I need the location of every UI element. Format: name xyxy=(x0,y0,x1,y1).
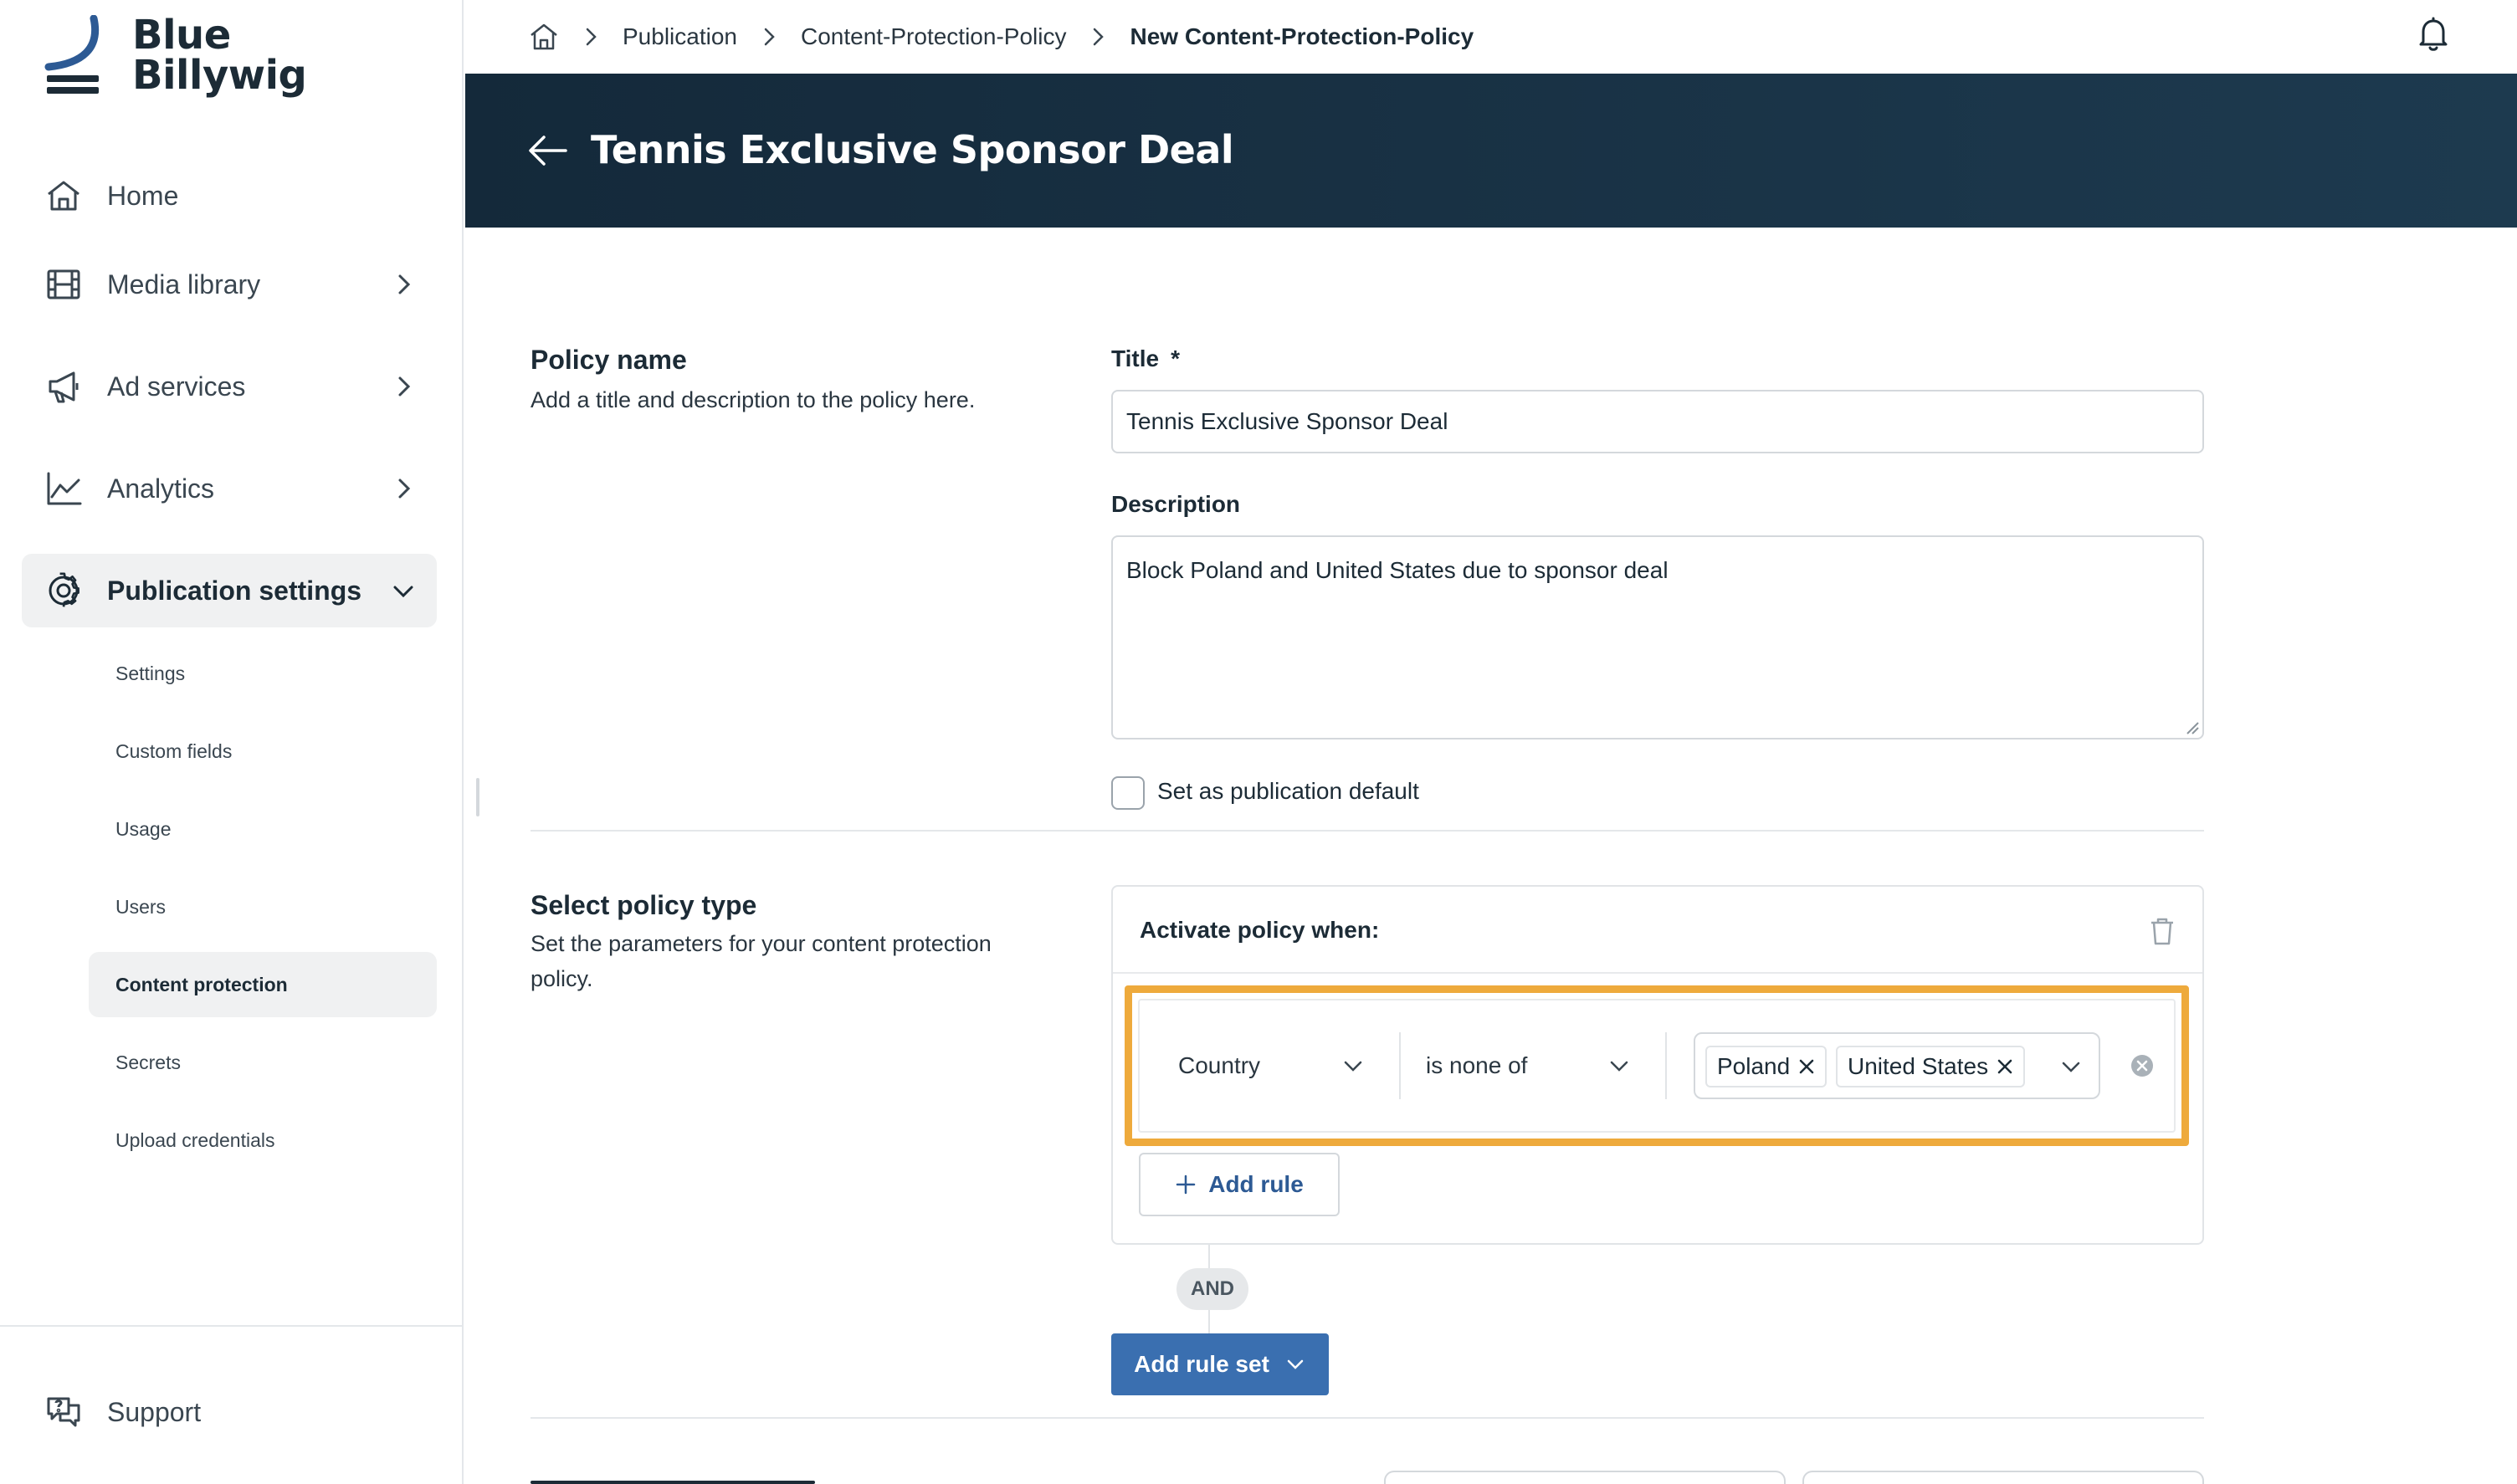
sidebar-subitem-custom-fields[interactable]: Custom fields xyxy=(89,719,437,784)
sidebar-subitem-settings[interactable]: Settings xyxy=(89,641,437,706)
support-chat-icon xyxy=(47,1397,80,1427)
highlight-box xyxy=(1125,985,2189,1146)
sidebar-item-media-library[interactable]: Media library xyxy=(22,248,437,321)
plus-icon xyxy=(1176,1174,1196,1195)
sidebar-item-label: Media library xyxy=(107,269,261,299)
policy-name-heading: Policy name xyxy=(531,345,687,375)
sidebar-item-ad-services[interactable]: Ad services xyxy=(22,350,437,423)
sidebar-subitem-users[interactable]: Users xyxy=(89,874,437,939)
sidebar-resize-handle[interactable] xyxy=(476,778,479,816)
arrow-left-icon[interactable] xyxy=(527,132,569,169)
add-rule-label: Add rule xyxy=(1208,1171,1304,1197)
bell-icon[interactable] xyxy=(2415,15,2452,52)
sidebar-item-label: Home xyxy=(107,180,179,211)
logo-line-2: Billywig xyxy=(132,52,307,99)
connector-line xyxy=(1208,1310,1210,1333)
next-section-input-partial[interactable] xyxy=(1802,1471,2204,1484)
sidebar-subitem-content-protection[interactable]: Content protection xyxy=(89,952,437,1017)
publication-default-label[interactable]: Set as publication default xyxy=(1157,778,1419,805)
chevron-right-icon xyxy=(398,274,411,294)
chevron-right-icon xyxy=(764,28,775,46)
sidebar-divider xyxy=(0,1325,464,1327)
sidebar-item-label: Analytics xyxy=(107,473,215,504)
chevron-right-icon xyxy=(1094,28,1105,46)
policy-name-description: Add a title and description to the polic… xyxy=(531,387,976,412)
chevron-right-icon xyxy=(398,376,411,397)
sidebar: Blue Billywig Home Media library Ad serv… xyxy=(0,0,464,1484)
sidebar-item-publication-settings[interactable]: Publication settings xyxy=(22,554,437,627)
sidebar-item-label: Support xyxy=(107,1396,202,1427)
logo-line-1: Blue xyxy=(132,12,231,59)
policy-type-heading: Select policy type xyxy=(531,890,757,920)
description-textarea[interactable]: Block Poland and United States due to sp… xyxy=(1111,535,2204,739)
add-rule-button[interactable]: Add rule xyxy=(1139,1153,1340,1216)
home-icon[interactable] xyxy=(529,22,559,52)
next-section-heading-partial xyxy=(531,1474,832,1484)
sidebar-subitem-usage[interactable]: Usage xyxy=(89,796,437,862)
film-icon xyxy=(47,269,80,299)
chevron-down-icon xyxy=(1287,1359,1304,1369)
rule-set-header: Activate policy when: xyxy=(1113,887,2202,974)
page-header: Tennis Exclusive Sponsor Deal xyxy=(465,74,2517,228)
partial-text-stub xyxy=(531,1481,815,1484)
breadcrumb-current: New Content-Protection-Policy xyxy=(1130,23,1474,49)
section-divider xyxy=(531,1417,2204,1419)
breadcrumb-content-protection-policy[interactable]: Content-Protection-Policy xyxy=(801,23,1066,50)
home-icon xyxy=(48,181,79,211)
page-title: Tennis Exclusive Sponsor Deal xyxy=(591,127,1234,172)
sidebar-subitem-secrets[interactable]: Secrets xyxy=(89,1030,437,1095)
required-marker: * xyxy=(1171,345,1180,371)
title-label: Title * xyxy=(1111,345,1180,372)
description-text: Block Poland and United States due to sp… xyxy=(1126,557,1669,583)
publication-default-checkbox[interactable] xyxy=(1111,776,1145,810)
chevron-right-icon xyxy=(586,28,597,46)
add-rule-set-label: Add rule set xyxy=(1134,1351,1269,1377)
chevron-right-icon xyxy=(398,478,411,499)
sidebar-item-support[interactable]: Support xyxy=(22,1375,437,1449)
megaphone-icon xyxy=(49,371,79,403)
sidebar-item-analytics[interactable]: Analytics xyxy=(22,452,437,525)
title-label-text: Title xyxy=(1111,345,1160,371)
sidebar-item-label: Ad services xyxy=(107,371,246,402)
logo[interactable]: Blue Billywig xyxy=(44,12,307,99)
sidebar-item-home[interactable]: Home xyxy=(22,159,437,233)
gear-icon xyxy=(49,572,79,607)
add-rule-set-button[interactable]: Add rule set xyxy=(1111,1333,1329,1395)
breadcrumb-publication[interactable]: Publication xyxy=(623,23,737,50)
logo-mark-icon xyxy=(44,15,99,94)
logo-text: Blue Billywig xyxy=(132,12,307,99)
sidebar-item-label: Publication settings xyxy=(107,575,362,606)
and-badge: AND xyxy=(1176,1268,1248,1310)
resize-grip-icon[interactable] xyxy=(2184,719,2199,734)
description-label: Description xyxy=(1111,491,1241,517)
top-bar: Publication Content-Protection-Policy Ne… xyxy=(465,0,2517,74)
trash-icon[interactable] xyxy=(2149,917,2176,945)
activate-policy-label: Activate policy when: xyxy=(1140,917,1380,943)
breadcrumb: Publication Content-Protection-Policy Ne… xyxy=(529,20,1474,54)
title-input[interactable]: Tennis Exclusive Sponsor Deal xyxy=(1111,390,2204,453)
connector-line xyxy=(1208,1245,1210,1268)
policy-type-description: Set the parameters for your content prot… xyxy=(531,931,992,991)
next-section-input-partial[interactable] xyxy=(1384,1471,1786,1484)
chart-line-icon xyxy=(47,472,82,505)
chevron-down-icon xyxy=(393,586,413,598)
section-divider xyxy=(531,830,2204,832)
sidebar-subitem-upload-credentials[interactable]: Upload credentials xyxy=(89,1108,437,1173)
